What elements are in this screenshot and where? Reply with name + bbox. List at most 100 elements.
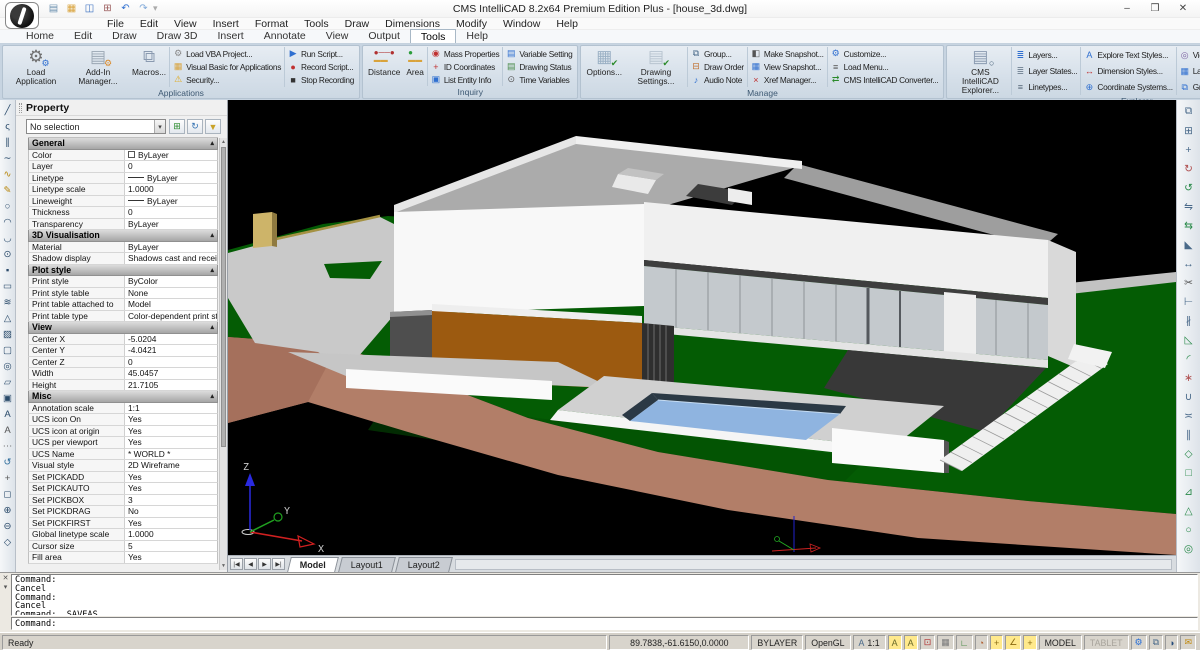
- vba-button[interactable]: ⚙Load VBA Project...: [173, 47, 281, 60]
- mass-properties-button[interactable]: ◉Mass Properties: [431, 47, 499, 60]
- dimension-styles-button[interactable]: ↔Dimension Styles...: [1084, 65, 1172, 78]
- rotate3d-icon[interactable]: ↺: [1182, 178, 1196, 197]
- ribbon-tab-tools[interactable]: Tools: [410, 29, 457, 43]
- converter-button[interactable]: ⇄CMS IntelliCAD Converter...: [831, 73, 939, 86]
- options-button[interactable]: ▦✔Options...: [583, 47, 625, 87]
- menu-edit[interactable]: Edit: [133, 18, 165, 30]
- audio-note-button[interactable]: ♪Audio Note: [691, 73, 744, 86]
- security-warning-button[interactable]: ⚠Security...: [173, 73, 281, 86]
- property-scrollbar[interactable]: ▲▼: [219, 138, 227, 570]
- wedge-icon[interactable]: ⊿: [1182, 482, 1196, 501]
- property-row[interactable]: Layer0: [28, 161, 218, 173]
- snap-button[interactable]: +: [990, 635, 1003, 650]
- scale-icon[interactable]: ◣: [1182, 235, 1196, 254]
- donut-icon[interactable]: ◎: [1, 358, 15, 374]
- model-viewport[interactable]: Z X Y: [228, 100, 1176, 555]
- explode-icon[interactable]: ∗: [1182, 368, 1196, 387]
- ribbon-tab-annotate[interactable]: Annotate: [254, 29, 316, 43]
- ribbon-tab-output[interactable]: Output: [358, 29, 410, 43]
- property-row[interactable]: MaterialByLayer: [28, 242, 218, 254]
- make-snapshot-button[interactable]: ◧Make Snapshot...: [751, 47, 824, 60]
- join-icon[interactable]: ∪: [1182, 387, 1196, 406]
- property-row[interactable]: Print styleByColor: [28, 276, 218, 288]
- region-icon[interactable]: ▢: [1, 342, 15, 358]
- polyline-icon[interactable]: ς: [1, 118, 15, 134]
- intellicad-status-icon[interactable]: ◑: [1165, 635, 1178, 650]
- macros-button[interactable]: ⧉Macros...: [129, 47, 169, 87]
- settings-gear-button[interactable]: ⚙: [1131, 635, 1147, 650]
- property-row[interactable]: UCS icon OnYes: [28, 414, 218, 426]
- line-icon[interactable]: ╱: [1, 102, 15, 118]
- ribbon-tab-view[interactable]: View: [316, 29, 359, 43]
- menu-insert[interactable]: Insert: [206, 18, 246, 30]
- spline-icon[interactable]: ∿: [1, 166, 15, 182]
- polar-button[interactable]: ◔: [975, 635, 988, 650]
- chamfer-icon[interactable]: ◺: [1182, 330, 1196, 349]
- linetypes-button[interactable]: ≡Linetypes...: [1015, 81, 1077, 94]
- close-button[interactable]: ✕: [1176, 3, 1190, 14]
- app-logo-icon[interactable]: [5, 2, 39, 29]
- menu-draw[interactable]: Draw: [338, 18, 377, 30]
- layer-states-button[interactable]: ≣Layer States...: [1015, 65, 1077, 78]
- property-row[interactable]: UCS icon at originYes: [28, 426, 218, 438]
- group-button[interactable]: ⧉Group...: [691, 47, 744, 60]
- property-row[interactable]: Visual style2D Wireframe: [28, 460, 218, 472]
- ribbon-tab-help[interactable]: Help: [456, 29, 498, 43]
- command-history[interactable]: Command:CancelCommand:CancelCommand: _SA…: [11, 574, 1198, 616]
- move-icon[interactable]: +: [1182, 140, 1196, 159]
- section-header[interactable]: Misc▴: [28, 391, 218, 403]
- panel-grip[interactable]: [19, 103, 22, 113]
- views-button[interactable]: ◎Views...: [1180, 49, 1200, 62]
- rotate-icon[interactable]: ↻: [1182, 159, 1196, 178]
- property-row[interactable]: Print table typeColor-dependent print st…: [28, 311, 218, 323]
- align-icon[interactable]: ∥: [1182, 425, 1196, 444]
- property-row[interactable]: Thickness0: [28, 207, 218, 219]
- addin-manager-button[interactable]: ▤⚙Add-In Manager...: [67, 47, 129, 87]
- ortho-button[interactable]: ∟: [956, 635, 973, 650]
- property-row[interactable]: Height21.7105: [28, 380, 218, 392]
- stretch-icon[interactable]: ↔: [1182, 254, 1196, 273]
- layers-button[interactable]: ≣Layers...: [1015, 49, 1077, 62]
- opengl-button[interactable]: OpenGL: [805, 635, 850, 650]
- trim-icon[interactable]: ✂: [1182, 273, 1196, 292]
- property-row[interactable]: Set PICKAUTOYes: [28, 483, 218, 495]
- property-row[interactable]: LineweightByLayer: [28, 196, 218, 208]
- layout-tab-model[interactable]: Model: [287, 557, 339, 572]
- section-header[interactable]: 3D Visualisation▴: [28, 230, 218, 242]
- ribbon-tab-home[interactable]: Home: [16, 29, 64, 43]
- sketch-icon[interactable]: ✎: [1, 182, 15, 198]
- rectangle-icon[interactable]: ▭: [1, 278, 15, 294]
- menu-file[interactable]: File: [100, 18, 131, 30]
- filter-button[interactable]: ▼: [205, 119, 221, 134]
- zoom-extents-icon[interactable]: ◇: [1, 534, 15, 550]
- command-input[interactable]: Command:: [11, 617, 1198, 630]
- load-application-button[interactable]: ⚙⚙Load Application: [5, 47, 67, 87]
- polygon-icon[interactable]: △: [1, 310, 15, 326]
- freehand-icon[interactable]: ∼: [1, 150, 15, 166]
- draw-order-button[interactable]: ⊟Draw Order: [691, 60, 744, 73]
- property-row[interactable]: Annotation scale1:1: [28, 403, 218, 415]
- section-header[interactable]: General▴: [28, 138, 218, 150]
- mtext-icon[interactable]: A: [1, 422, 15, 438]
- point-icon[interactable]: ▪: [1, 262, 15, 278]
- text-icon[interactable]: A: [1, 406, 15, 422]
- property-row[interactable]: TransparencyByLayer: [28, 219, 218, 231]
- annotation-auto-button[interactable]: A: [904, 635, 918, 650]
- ribbon-tab-edit[interactable]: Edit: [64, 29, 102, 43]
- crosshair-button[interactable]: +: [1023, 635, 1036, 650]
- mirror3d-icon[interactable]: ⇆: [1182, 216, 1196, 235]
- property-row[interactable]: UCS per viewportYes: [28, 437, 218, 449]
- menu-tools[interactable]: Tools: [297, 18, 336, 30]
- property-row[interactable]: UCS Name* WORLD *: [28, 449, 218, 461]
- box-icon[interactable]: □: [1182, 463, 1196, 482]
- coordinate-systems-button[interactable]: ⊕Coordinate Systems...: [1084, 81, 1172, 94]
- ribbon-tab-draw[interactable]: Draw: [102, 29, 147, 43]
- tab-nav-button[interactable]: |◀: [230, 558, 243, 570]
- menu-format[interactable]: Format: [248, 18, 295, 30]
- spring-icon[interactable]: ≋: [1, 294, 15, 310]
- grid-button[interactable]: ▦: [937, 635, 954, 650]
- menu-help[interactable]: Help: [549, 18, 585, 30]
- property-row[interactable]: LinetypeByLayer: [28, 173, 218, 185]
- customize-button[interactable]: ⚙Customize...: [831, 47, 939, 60]
- layout-tab-layout2[interactable]: Layout2: [395, 557, 453, 572]
